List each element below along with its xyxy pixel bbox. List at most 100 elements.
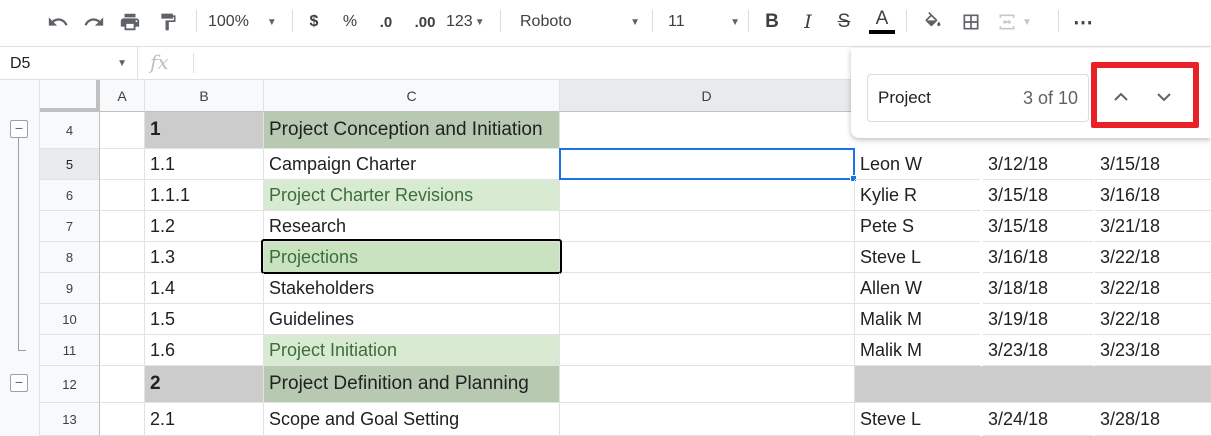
borders-icon[interactable] <box>958 8 984 36</box>
cell-f7[interactable]: 3/15/18 <box>983 211 1093 242</box>
cell-b11[interactable]: 1.6 <box>145 335 264 366</box>
name-box[interactable]: D5 ▼ <box>0 47 138 79</box>
row-header[interactable]: 9 <box>40 273 100 304</box>
merge-cells-icon[interactable]: ▼ <box>996 8 1048 36</box>
cell-d12[interactable] <box>560 366 855 403</box>
cell-b5[interactable]: 1.1 <box>145 149 264 180</box>
cell-g9[interactable]: 3/22/18 <box>1095 273 1211 304</box>
column-header-c[interactable]: C <box>264 80 560 112</box>
cell-d10[interactable] <box>560 304 855 335</box>
row-header[interactable]: 13 <box>40 403 100 436</box>
cell-d6[interactable] <box>560 180 855 211</box>
cell-b10[interactable]: 1.5 <box>145 304 264 335</box>
cell-b4[interactable]: 1 <box>145 112 264 149</box>
undo-icon[interactable] <box>44 8 72 36</box>
cell-b12[interactable]: 2 <box>145 366 264 403</box>
collapse-group-button[interactable]: − <box>10 374 28 392</box>
collapse-group-button[interactable]: − <box>10 120 28 138</box>
cell-a7[interactable] <box>100 211 145 242</box>
cell-f10[interactable]: 3/19/18 <box>983 304 1093 335</box>
cell-c13[interactable]: Scope and Goal Setting <box>264 403 560 436</box>
zoom-select[interactable]: 100% ▼ <box>208 8 284 36</box>
cell-d8[interactable] <box>562 242 855 273</box>
cell-g7[interactable]: 3/21/18 <box>1095 211 1211 242</box>
select-all-corner[interactable] <box>40 80 100 112</box>
cell-g13[interactable]: 3/28/18 <box>1095 403 1211 436</box>
increase-decimal-button[interactable]: .00 <box>408 8 442 36</box>
find-input-box[interactable]: Project 3 of 10 <box>867 74 1089 122</box>
cell-f11[interactable]: 3/23/18 <box>983 335 1093 366</box>
cell-c6[interactable]: Project Charter Revisions <box>264 180 560 211</box>
cell-b6[interactable]: 1.1.1 <box>145 180 264 211</box>
cell-d7[interactable] <box>560 211 855 242</box>
column-header-d[interactable]: D <box>560 80 854 112</box>
cell-e6[interactable]: Kylie R <box>855 180 980 211</box>
text-color-button[interactable]: A <box>868 8 896 36</box>
cell-c10[interactable]: Guidelines <box>264 304 560 335</box>
cell-d11[interactable] <box>560 335 855 366</box>
cell-e11[interactable]: Malik M <box>855 335 980 366</box>
cell-c12[interactable]: Project Definition and Planning <box>264 366 560 403</box>
cell-f9[interactable]: 3/18/18 <box>983 273 1093 304</box>
find-previous-button[interactable] <box>1106 84 1136 110</box>
cell-a9[interactable] <box>100 273 145 304</box>
row-header[interactable]: 4 <box>40 112 100 149</box>
row-header[interactable]: 8 <box>40 242 100 273</box>
cell-e5[interactable]: Leon W <box>855 149 980 180</box>
decrease-decimal-button[interactable]: .0 <box>372 8 400 36</box>
selected-cell-d5[interactable] <box>559 148 855 180</box>
row-header[interactable]: 12 <box>40 366 100 403</box>
cell-c9[interactable]: Stakeholders <box>264 273 560 304</box>
cell-e9[interactable]: Allen W <box>855 273 980 304</box>
cell-b8[interactable]: 1.3 <box>145 242 264 273</box>
cell-a6[interactable] <box>100 180 145 211</box>
font-size-select[interactable]: 11 ▼ <box>668 8 740 36</box>
cell-c5[interactable]: Campaign Charter <box>264 149 560 180</box>
cell-a13[interactable] <box>100 403 145 436</box>
cell-g11[interactable]: 3/23/18 <box>1095 335 1211 366</box>
fill-color-icon[interactable] <box>920 8 946 36</box>
cell-f13[interactable]: 3/24/18 <box>983 403 1093 436</box>
row-header[interactable]: 6 <box>40 180 100 211</box>
cell-g5[interactable]: 3/15/18 <box>1095 149 1211 180</box>
cell-a5[interactable] <box>100 149 145 180</box>
number-format-select[interactable]: 123 ▼ <box>446 8 492 36</box>
row-header[interactable]: 11 <box>40 335 100 366</box>
row-header[interactable]: 7 <box>40 211 100 242</box>
cell-c7[interactable]: Research <box>264 211 560 242</box>
strikethrough-button[interactable]: S <box>832 8 856 36</box>
column-header-b[interactable]: B <box>145 80 264 112</box>
column-header-a[interactable]: A <box>100 80 145 112</box>
cell-e8[interactable]: Steve L <box>855 242 980 273</box>
cell-a12[interactable] <box>100 366 145 403</box>
cell-c4[interactable]: Project Conception and Initiation <box>264 112 560 149</box>
print-icon[interactable] <box>116 8 144 36</box>
cell-c11[interactable]: Project Initiation <box>264 335 560 366</box>
cell-e12[interactable] <box>855 366 1211 403</box>
cell-d13[interactable] <box>560 403 855 436</box>
cell-e13[interactable]: Steve L <box>855 403 980 436</box>
cell-g8[interactable]: 3/22/18 <box>1095 242 1211 273</box>
cell-f6[interactable]: 3/15/18 <box>983 180 1093 211</box>
row-header[interactable]: 10 <box>40 304 100 335</box>
cell-e7[interactable]: Pete S <box>855 211 980 242</box>
cell-e10[interactable]: Malik M <box>855 304 980 335</box>
cell-a4[interactable] <box>100 112 145 149</box>
cell-b7[interactable]: 1.2 <box>145 211 264 242</box>
cell-d9[interactable] <box>560 273 855 304</box>
cell-g10[interactable]: 3/22/18 <box>1095 304 1211 335</box>
italic-button[interactable]: I <box>796 8 820 36</box>
paint-format-icon[interactable] <box>154 8 182 36</box>
redo-icon[interactable] <box>80 8 108 36</box>
cell-g6[interactable]: 3/16/18 <box>1095 180 1211 211</box>
cell-a8[interactable] <box>100 242 145 273</box>
cell-a11[interactable] <box>100 335 145 366</box>
formula-input[interactable] <box>200 47 850 79</box>
cell-a10[interactable] <box>100 304 145 335</box>
row-header[interactable]: 5 <box>40 149 100 180</box>
currency-format-button[interactable]: $ <box>302 8 326 36</box>
bold-button[interactable]: B <box>760 8 784 36</box>
percent-format-button[interactable]: % <box>338 8 362 36</box>
cell-f8[interactable]: 3/16/18 <box>983 242 1093 273</box>
more-options-icon[interactable]: ⋯ <box>1070 8 1096 36</box>
